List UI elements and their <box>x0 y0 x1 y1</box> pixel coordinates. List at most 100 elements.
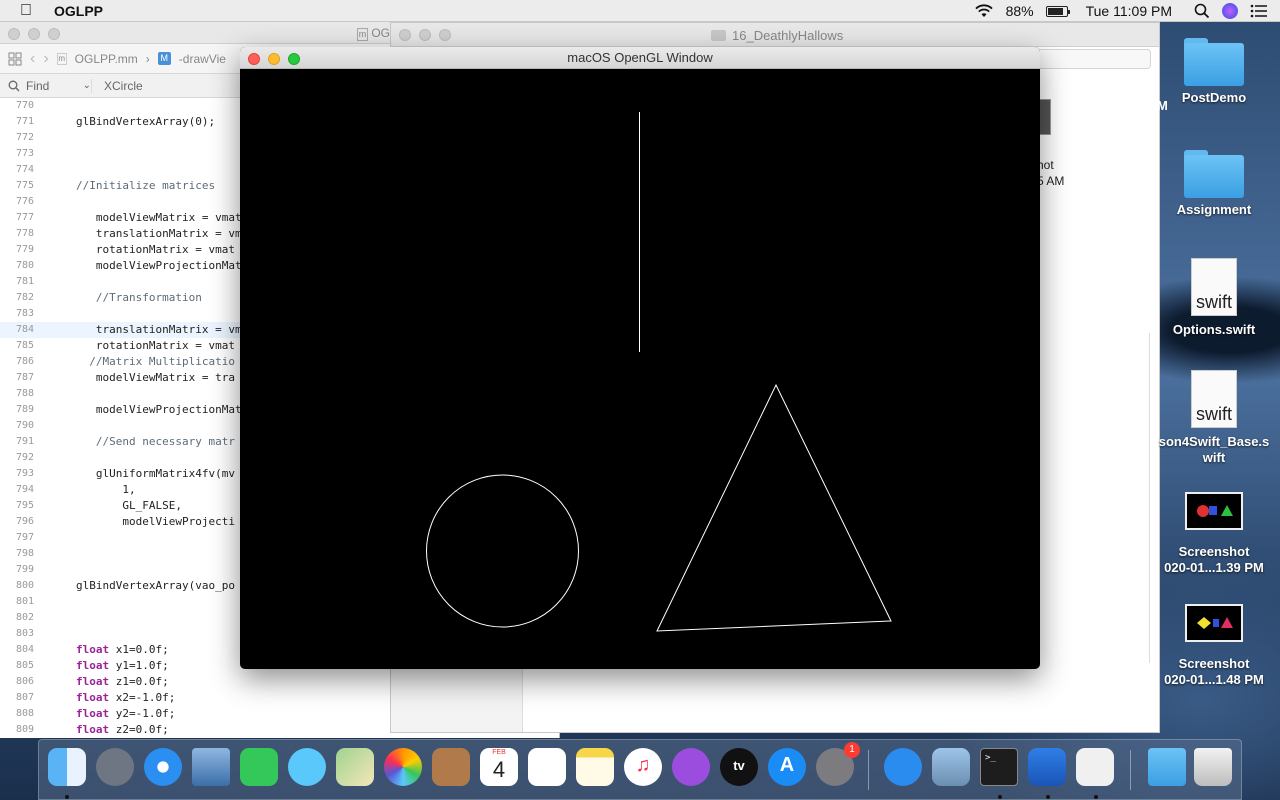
menubar-clock[interactable]: Tue 11:09 PM <box>1086 3 1172 19</box>
reminders-list-icon[interactable] <box>528 748 566 786</box>
launchpad-rocket-icon[interactable] <box>96 748 134 786</box>
xcode-window-controls <box>8 28 60 40</box>
dock-divider <box>1130 750 1131 790</box>
instruments-icon[interactable] <box>1076 748 1114 786</box>
apple-menu-icon[interactable]:  <box>20 2 38 20</box>
system-preferences-gear-icon[interactable]: 1 <box>816 742 860 786</box>
siri-icon[interactable] <box>1222 3 1238 19</box>
notification-center-icon[interactable] <box>1250 4 1268 18</box>
app-store-icon[interactable]: A <box>768 748 806 786</box>
messages-bubble-icon[interactable] <box>288 748 326 786</box>
photos-flower-icon[interactable] <box>384 748 422 786</box>
downloads-folder-icon[interactable] <box>1148 748 1186 786</box>
file-label[interactable]: hot 5 AM <box>1037 157 1064 189</box>
file-label-line1: hot <box>1037 158 1054 172</box>
code-keyword: float <box>76 723 110 736</box>
close-button[interactable] <box>8 28 20 40</box>
mail-eagle-icon[interactable] <box>192 748 230 786</box>
breadcrumb-method[interactable]: -drawVie <box>179 52 226 66</box>
desktop-item-options-swift[interactable]: swift Options.swift <box>1154 258 1274 338</box>
finder-dock-icon[interactable] <box>48 748 86 786</box>
folder-icon <box>1184 38 1244 86</box>
xcode-hammer-icon[interactable] <box>1028 748 1066 786</box>
search-icon <box>8 80 20 91</box>
line-number: 806 <box>15 676 34 687</box>
line-number: 771 <box>15 116 34 127</box>
teamviewer-icon[interactable] <box>884 748 922 786</box>
xcode-tab-title[interactable]: m OG <box>357 26 390 41</box>
podcasts-icon[interactable] <box>672 748 710 786</box>
find-input[interactable]: XCircle <box>104 79 143 93</box>
finder-window-controls <box>399 29 451 41</box>
terminal-icon[interactable]: >_ <box>980 748 1018 786</box>
code-text: modelViewMatrix = tra <box>76 371 235 384</box>
music-note-icon[interactable]: ♫ <box>624 748 662 786</box>
running-indicator <box>65 795 69 799</box>
line-number: 799 <box>15 564 34 575</box>
code-text: translationMatrix = vm <box>76 227 242 240</box>
opengl-canvas[interactable] <box>240 69 1040 669</box>
desktop-item-screenshot-2[interactable]: Screenshot 020-01...1.48 PM <box>1154 604 1274 688</box>
battery-icon[interactable] <box>1045 5 1070 17</box>
breadcrumb-file[interactable]: OGLPP.mm <box>75 52 138 66</box>
line-number: 775 <box>15 180 34 191</box>
trash-icon[interactable] <box>1194 748 1232 786</box>
line-number: 802 <box>15 612 34 623</box>
method-icon: M <box>157 52 171 65</box>
desktop-item-label: Options.swift <box>1172 322 1256 337</box>
dock-divider <box>868 750 869 790</box>
objc-file-icon: m <box>357 28 368 41</box>
line-number: 770 <box>15 100 34 111</box>
minimize-button[interactable] <box>28 28 40 40</box>
finder-title: 16_DeathlyHallows <box>711 28 843 43</box>
zoom-button[interactable] <box>439 29 451 41</box>
line-number: 790 <box>15 420 34 431</box>
desktop-item-label: son4Swift_Base.s <box>1158 434 1270 449</box>
line-number: 795 <box>15 500 34 511</box>
contacts-book-icon[interactable] <box>432 748 470 786</box>
running-indicator <box>1046 795 1050 799</box>
calendar-day: 4 <box>492 757 506 782</box>
folder-icon <box>711 30 726 41</box>
code-text: float z2=0.0f; <box>76 723 169 736</box>
dock: FEB 4 ♫ tv A 1 >_ <box>38 739 1242 800</box>
code-text: //Matrix Multiplicatio <box>76 355 235 368</box>
line-number: 776 <box>15 196 34 207</box>
find-mode-selector[interactable]: Find ⌄ <box>8 78 92 93</box>
code-text: modelViewProjecti <box>76 515 235 528</box>
desktop-item-postdemo[interactable]: PostDemo <box>1154 38 1274 106</box>
line-number: 797 <box>15 532 34 543</box>
preview-icon[interactable] <box>932 748 970 786</box>
find-label: Find <box>26 78 50 93</box>
line-number: 791 <box>15 436 34 447</box>
safari-compass-icon[interactable] <box>144 748 182 786</box>
calendar-icon[interactable]: FEB 4 <box>480 748 518 786</box>
apple-tv-icon[interactable]: tv <box>720 748 758 786</box>
shapes-preview-icon <box>1197 505 1233 517</box>
app-menu-name[interactable]: OGLPP <box>54 3 103 19</box>
close-button[interactable] <box>399 29 411 41</box>
back-chevron-icon[interactable]: ‹ <box>30 50 35 68</box>
desktop-item-assignment[interactable]: Assignment <box>1154 150 1274 218</box>
maps-icon[interactable] <box>336 748 374 786</box>
code-text: GL_FALSE, <box>76 499 182 512</box>
line-number: 777 <box>15 212 34 223</box>
swift-file-icon: swift <box>1191 370 1237 428</box>
minimize-button[interactable] <box>419 29 431 41</box>
facetime-camera-icon[interactable] <box>240 748 278 786</box>
line-number: 801 <box>15 596 34 607</box>
finder-search-input[interactable] <box>1036 49 1151 69</box>
opengl-window: macOS OpenGL Window <box>240 47 1040 669</box>
line-number: 784 <box>15 324 34 335</box>
notes-icon[interactable] <box>576 748 614 786</box>
related-items-grid-icon[interactable] <box>8 52 22 66</box>
forward-chevron-icon[interactable]: › <box>43 50 48 68</box>
wifi-icon[interactable] <box>974 4 994 18</box>
desktop-item-json4swift[interactable]: swift son4Swift_Base.s wift <box>1154 370 1274 466</box>
code-keyword: float <box>76 691 110 704</box>
code-text: float y2=-1.0f; <box>76 707 176 720</box>
desktop-item-screenshot-1[interactable]: Screenshot 020-01...1.39 PM <box>1154 492 1274 576</box>
running-indicator <box>1094 795 1098 799</box>
zoom-button[interactable] <box>48 28 60 40</box>
spotlight-search-icon[interactable] <box>1194 3 1210 19</box>
